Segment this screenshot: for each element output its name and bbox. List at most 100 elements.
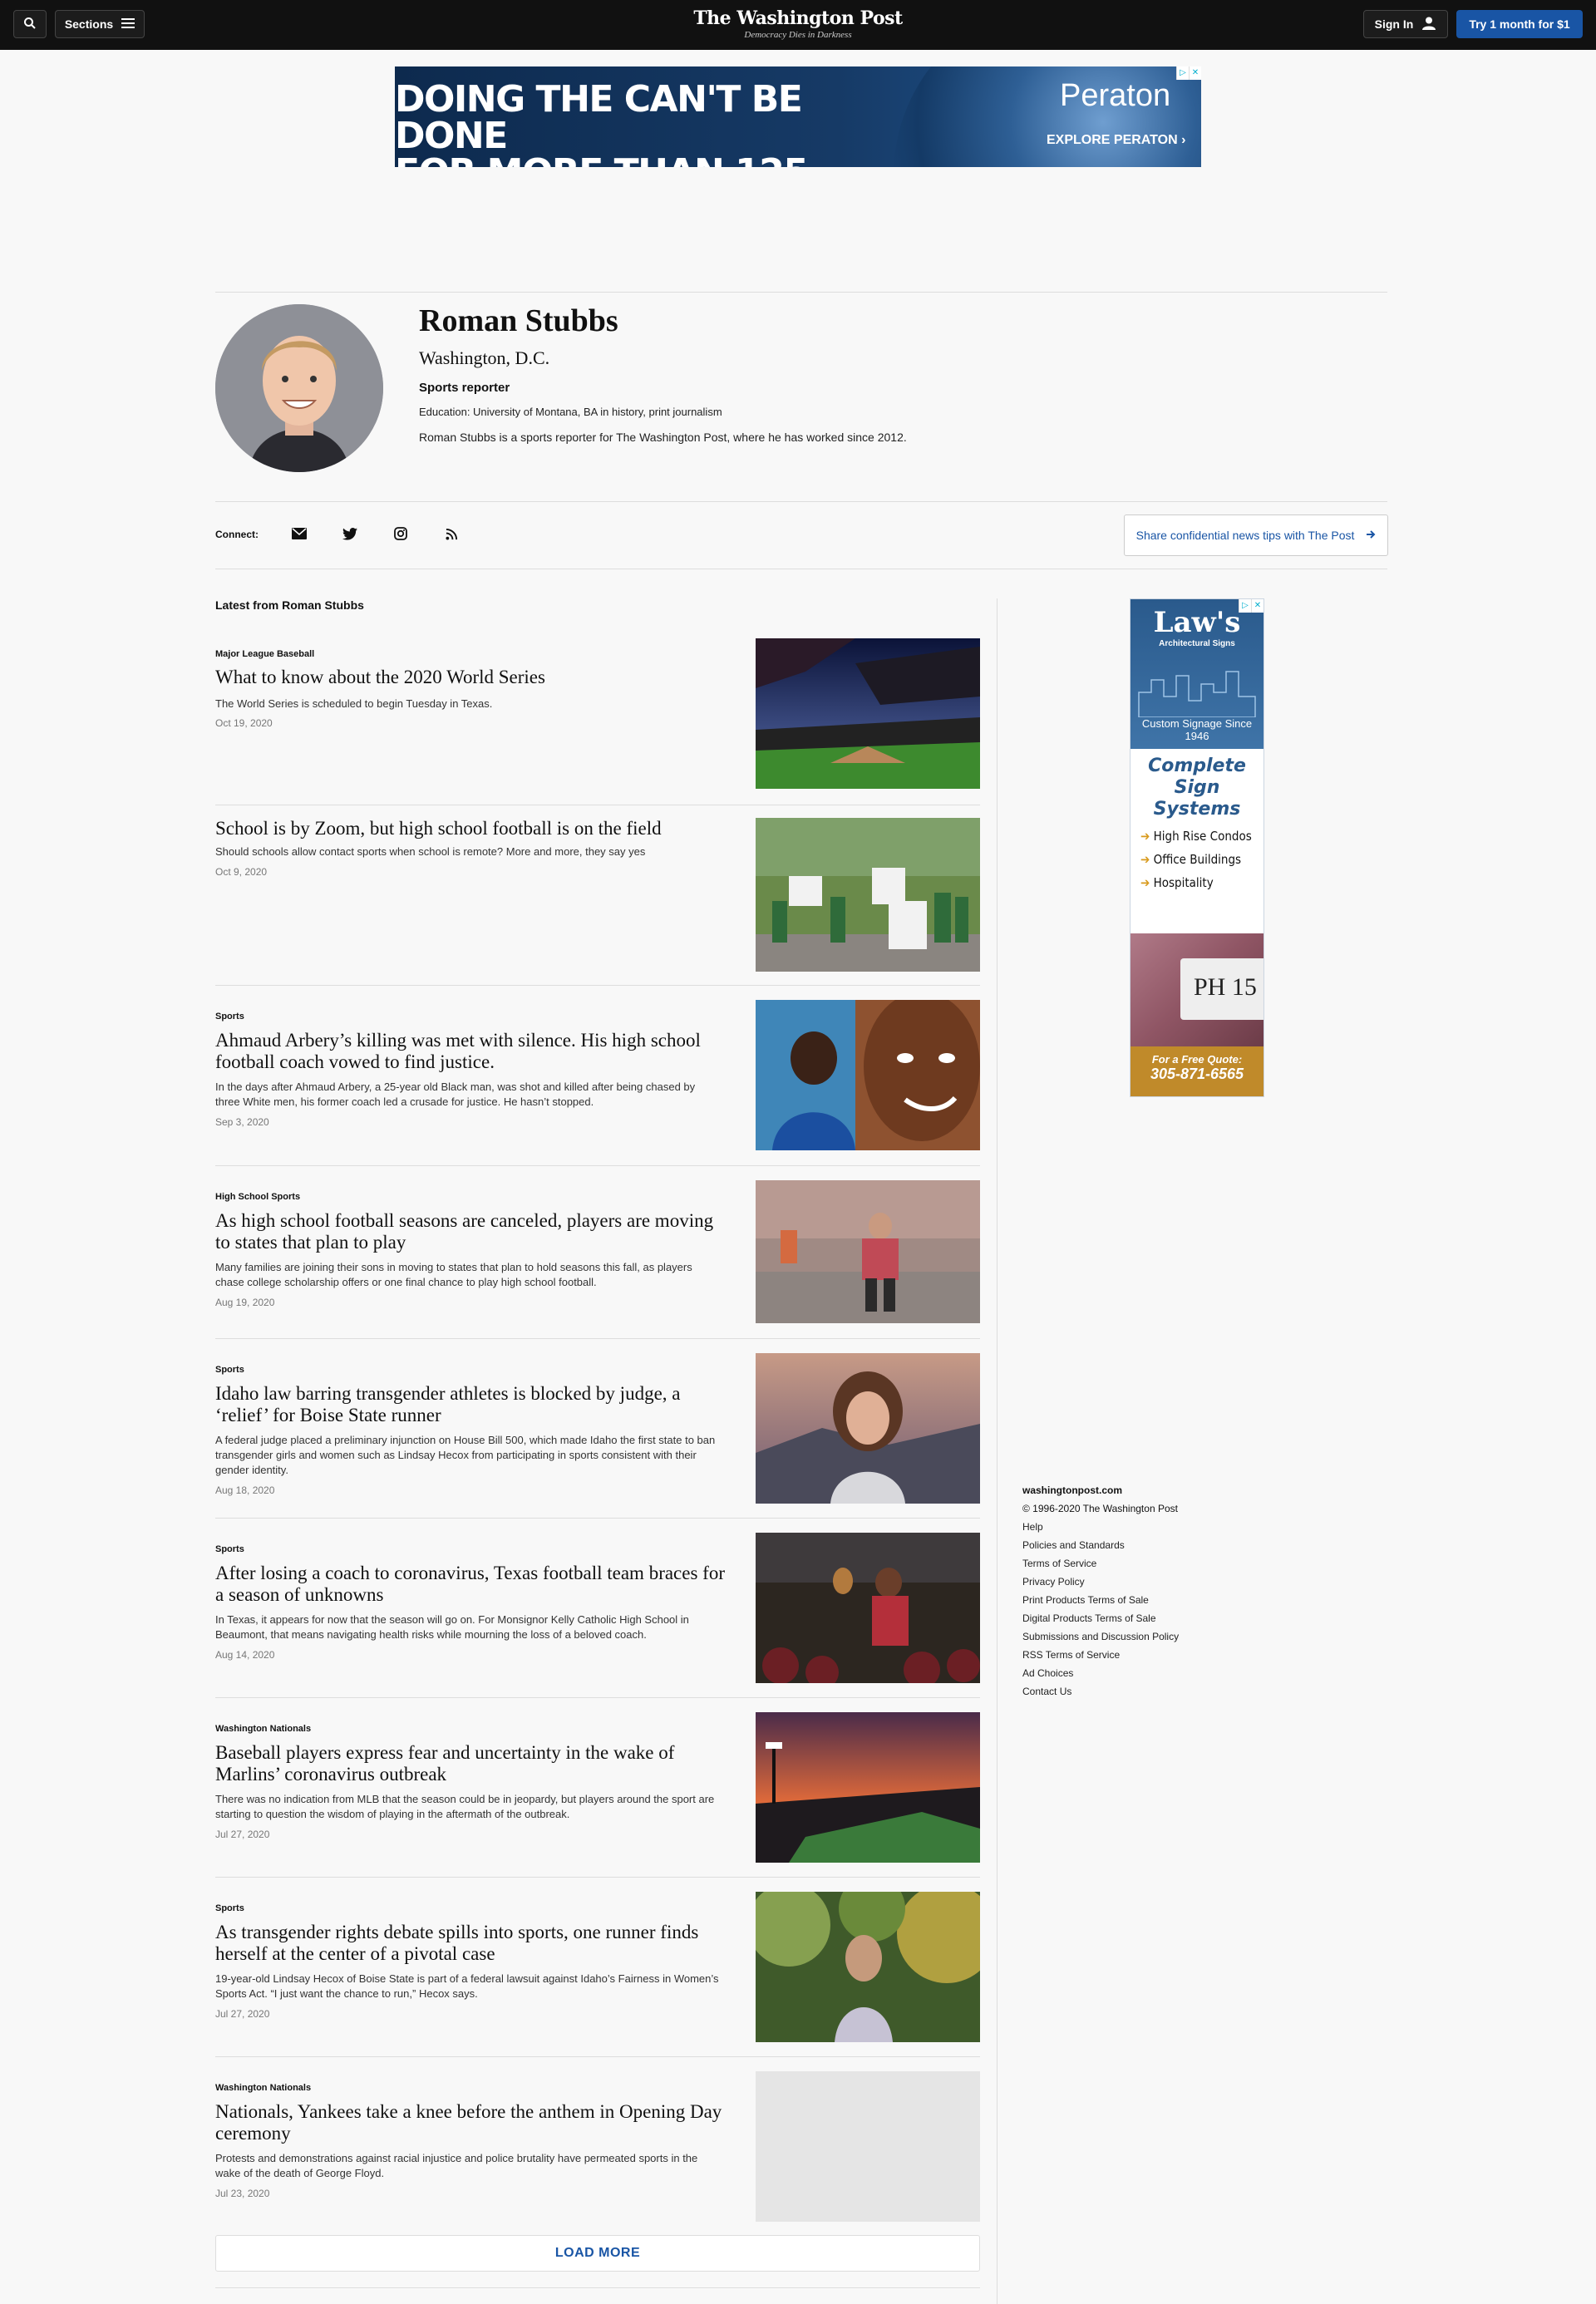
footer-link-terms[interactable]: Terms of Service [1022, 1558, 1239, 1569]
feed-title: Latest from Roman Stubbs [215, 598, 364, 612]
top-banner-ad[interactable]: DOING THE CAN'T BE DONE FOR MORE THAN 12… [395, 66, 1201, 167]
article-headline[interactable]: What to know about the 2020 World Series [215, 667, 731, 688]
ad-list-item: Office Buildings [1140, 852, 1254, 867]
article-thumbnail[interactable] [756, 818, 980, 972]
footer-link-ad-choices[interactable]: Ad Choices [1022, 1667, 1239, 1679]
article-date: Jul 23, 2020 [215, 2188, 270, 2199]
connect-label: Connect: [215, 529, 259, 540]
article-headline[interactable]: Nationals, Yankees take a knee before th… [215, 2101, 731, 2144]
ad-list-item: High Rise Condos [1140, 829, 1254, 844]
footer-link-policies[interactable]: Policies and Standards [1022, 1539, 1239, 1551]
ad-info-icon[interactable]: ▷ [1239, 599, 1251, 613]
divider [215, 1338, 980, 1339]
article-headline[interactable]: As high school football seasons are canc… [215, 1210, 731, 1253]
divider [215, 985, 980, 986]
article-thumbnail[interactable] [756, 1533, 980, 1683]
article-blurb: A federal judge placed a preliminary inj… [215, 1434, 716, 1476]
news-tips-button[interactable]: Share confidential news tips with The Po… [1124, 514, 1388, 556]
subscribe-button[interactable]: Try 1 month for $1 [1456, 10, 1583, 38]
article-thumbnail[interactable] [756, 1712, 980, 1863]
article-headline[interactable]: Idaho law barring transgender athletes i… [215, 1383, 731, 1426]
sections-button[interactable]: Sections [55, 10, 145, 38]
divider [215, 2287, 980, 2288]
author-bio: Roman Stubbs is a sports reporter for Th… [419, 431, 907, 444]
article-kicker[interactable]: Washington Nationals [215, 1724, 311, 1734]
footer-link-privacy[interactable]: Privacy Policy [1022, 1576, 1239, 1588]
ad-brand: Peraton [1060, 78, 1171, 113]
news-tips-label: Share confidential news tips with The Po… [1135, 529, 1355, 542]
article-kicker[interactable]: Sports [215, 1365, 244, 1375]
ad-plate-text: PH 15 [1180, 958, 1264, 1020]
article-date: Oct 19, 2020 [215, 717, 273, 729]
top-navigation-bar: Sections The Washington Post Democracy D… [0, 0, 1596, 50]
ad-close-icon[interactable]: ✕ [1251, 599, 1264, 613]
sidebar-ad[interactable]: Law's Architectural Signs Custom Signage… [1130, 598, 1264, 1097]
ad-choices-controls[interactable]: ▷ ✕ [1239, 599, 1264, 613]
footer-copyright: © 1996-2020 The Washington Post [1022, 1503, 1178, 1514]
sections-label: Sections [64, 17, 114, 31]
column-divider [997, 598, 998, 2304]
footer-link-submissions[interactable]: Submissions and Discussion Policy [1022, 1631, 1239, 1642]
footer-link-help[interactable]: Help [1022, 1521, 1239, 1533]
article-date: Jul 27, 2020 [215, 2008, 270, 2020]
footer-link-rss[interactable]: RSS Terms of Service [1022, 1649, 1239, 1661]
author-location: Washington, D.C. [419, 347, 550, 368]
skyline-image [1138, 671, 1256, 717]
author-education: Education: University of Montana, BA in … [419, 406, 722, 418]
footer-link-digital-terms[interactable]: Digital Products Terms of Sale [1022, 1612, 1239, 1624]
footer-link-print-terms[interactable]: Print Products Terms of Sale [1022, 1594, 1239, 1606]
ad-choices-controls[interactable]: ▷ ✕ [1176, 66, 1201, 80]
footer-link-contact[interactable]: Contact Us [1022, 1686, 1239, 1697]
article-headline[interactable]: Baseball players express fear and uncert… [215, 1742, 731, 1785]
ad-info-icon[interactable]: ▷ [1176, 66, 1189, 80]
article-blurb: 19-year-old Lindsay Hecox of Boise State… [215, 1972, 719, 2000]
instagram-icon[interactable] [389, 522, 412, 545]
twitter-icon[interactable] [338, 522, 362, 545]
article-kicker[interactable]: Sports [215, 1012, 244, 1022]
article-headline[interactable]: After losing a coach to coronavirus, Tex… [215, 1563, 731, 1606]
article-date: Jul 27, 2020 [215, 1829, 270, 1840]
divider [215, 1877, 980, 1878]
article-kicker[interactable]: Sports [215, 1544, 244, 1554]
article-kicker[interactable]: Major League Baseball [215, 649, 314, 659]
ad-close-icon[interactable]: ✕ [1189, 66, 1201, 80]
article-thumbnail[interactable] [756, 1353, 980, 1504]
article-date: Aug 14, 2020 [215, 1649, 275, 1661]
email-icon[interactable] [288, 522, 311, 545]
ad-header: Law's Architectural Signs Custom Signage… [1130, 599, 1264, 749]
article-blurb: Should schools allow contact sports when… [215, 845, 646, 858]
article-date: Oct 9, 2020 [215, 866, 268, 878]
ad-subtitle: Architectural Signs [1159, 639, 1235, 648]
rss-icon[interactable] [440, 522, 463, 545]
article-thumbnail[interactable] [756, 1180, 980, 1323]
load-more-button[interactable]: LOAD MORE [215, 2235, 980, 2272]
divider [215, 292, 1387, 293]
arrow-right-icon [1366, 529, 1376, 542]
article-date: Aug 19, 2020 [215, 1297, 275, 1308]
menu-icon [121, 17, 135, 32]
article-blurb: Protests and demonstrations against raci… [215, 2152, 698, 2179]
article-kicker[interactable]: Washington Nationals [215, 2083, 311, 2093]
ad-headline: DOING THE CAN'T BE DONE FOR MORE THAN 12… [395, 78, 809, 168]
article-thumbnail[interactable] [756, 1000, 980, 1150]
article-thumbnail-placeholder[interactable] [756, 2071, 980, 2222]
article-date: Sep 3, 2020 [215, 1116, 269, 1128]
site-logo[interactable]: The Washington Post Democracy Dies in Da… [632, 7, 964, 40]
article-headline[interactable]: As transgender rights debate spills into… [215, 1922, 731, 1965]
article-headline[interactable]: Ahmaud Arbery’s killing was met with sil… [215, 1030, 731, 1073]
article-thumbnail[interactable] [756, 638, 980, 789]
ad-quote: For a Free Quote: 305-871-6565 [1130, 1046, 1264, 1096]
sign-in-button[interactable]: Sign In [1363, 10, 1448, 38]
divider [215, 1518, 980, 1519]
author-name: Roman Stubbs [419, 303, 618, 338]
search-button[interactable] [13, 10, 47, 38]
article-thumbnail[interactable] [756, 1892, 980, 2042]
article-headline[interactable]: School is by Zoom, but high school footb… [215, 818, 731, 839]
ad-sign-photo: PH 15 [1130, 933, 1264, 1046]
article-kicker[interactable]: Sports [215, 1903, 244, 1913]
article-kicker[interactable]: High School Sports [215, 1192, 300, 1202]
user-icon [1421, 16, 1436, 33]
article-blurb: There was no indication from MLB that th… [215, 1793, 715, 1820]
footer-links: washingtonpost.com © 1996-2020 The Washi… [1022, 1484, 1239, 1704]
footer-site[interactable]: washingtonpost.com [1022, 1484, 1239, 1496]
